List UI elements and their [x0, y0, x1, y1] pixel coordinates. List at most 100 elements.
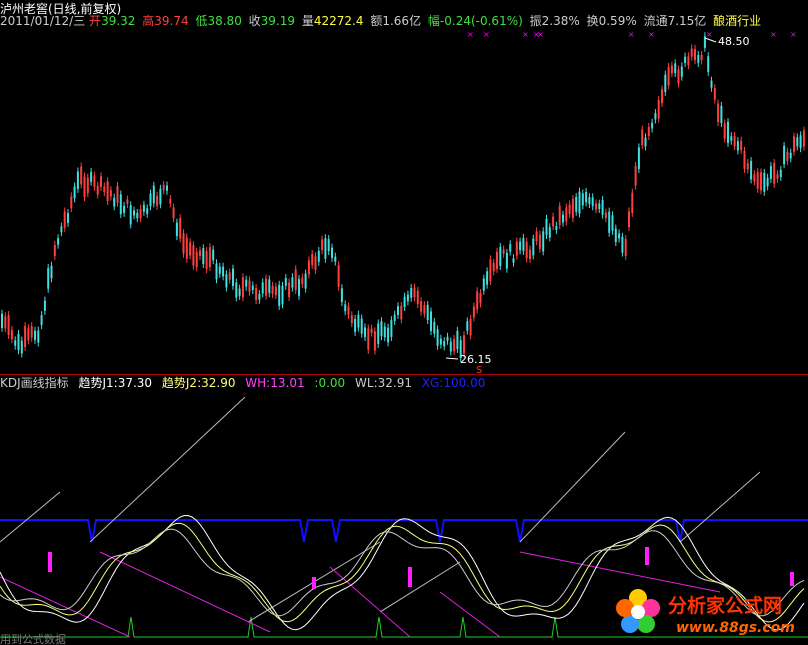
- app-window: 泸州老窖(日线,前复权) 2011/01/12/三 开39.32 高39.74 …: [0, 0, 808, 645]
- candle: [103, 182, 106, 197]
- candle: [123, 201, 126, 217]
- candle: [195, 247, 198, 272]
- candle: [713, 84, 716, 104]
- candle: [568, 200, 571, 218]
- candle: [337, 261, 340, 291]
- candle: [756, 168, 759, 193]
- xg-line: [0, 519, 808, 543]
- site-logo: 分析家公式网 www.88gs.com: [608, 580, 808, 645]
- candle: [301, 273, 304, 288]
- candle: [307, 256, 310, 279]
- candle: [331, 243, 333, 262]
- candle: [156, 191, 159, 210]
- candle: [760, 168, 762, 195]
- candle: [588, 193, 591, 209]
- candle: [390, 316, 393, 341]
- candle: [664, 70, 667, 96]
- candle: [469, 314, 472, 340]
- candle: [83, 172, 86, 202]
- candle: [106, 177, 109, 206]
- candle: [373, 327, 376, 355]
- candle: [159, 184, 162, 209]
- candle: [208, 243, 211, 272]
- candle: [50, 261, 53, 283]
- candle: [743, 146, 746, 173]
- candle: [532, 234, 535, 260]
- candle: [57, 234, 60, 249]
- candle: [4, 312, 7, 333]
- candle: [720, 101, 723, 128]
- candle: [354, 314, 357, 336]
- candle: [509, 240, 512, 256]
- candle: [47, 264, 50, 293]
- candle: [245, 275, 248, 291]
- candle: [27, 324, 30, 345]
- candle: [499, 242, 502, 271]
- j1-label: 趋势J1:: [78, 376, 118, 390]
- candle: [90, 167, 93, 186]
- candle: [24, 322, 27, 352]
- candle: [63, 207, 66, 232]
- candle: [126, 195, 129, 208]
- candle: [542, 227, 545, 256]
- candle: [637, 143, 640, 174]
- candle: [505, 248, 508, 273]
- candle: [628, 207, 630, 232]
- candle: [298, 275, 300, 300]
- candle: [571, 195, 574, 223]
- candle: [529, 245, 531, 264]
- candle: [786, 147, 789, 166]
- candle: [545, 214, 548, 240]
- candle: [601, 196, 604, 219]
- candle: [611, 211, 614, 235]
- candle: [479, 289, 482, 308]
- candle: [740, 136, 743, 155]
- candle: [192, 241, 195, 270]
- candle: [397, 302, 399, 319]
- candle: [614, 224, 617, 247]
- candle: [377, 319, 380, 348]
- candle: [189, 238, 192, 260]
- candle: [548, 223, 551, 242]
- candle: [472, 302, 475, 322]
- candle: [222, 262, 225, 281]
- candle: [76, 167, 79, 193]
- candle: [535, 227, 538, 246]
- candlestick-chart[interactable]: 48.5026.15S× × × ×× × × × × ×: [0, 18, 808, 375]
- trend-line: [679, 471, 761, 543]
- candle: [274, 282, 277, 299]
- logo-title: 分析家公式网: [668, 594, 782, 617]
- candle: [70, 192, 73, 213]
- candle: [7, 311, 10, 339]
- j2-value: 32.90: [201, 376, 236, 390]
- logo-url: www.88gs.com: [676, 620, 795, 636]
- candle: [235, 278, 238, 302]
- candle: [228, 268, 231, 284]
- candle: [37, 326, 40, 347]
- candle: [169, 194, 172, 208]
- candle: [644, 133, 647, 151]
- high-mark-label: 48.50: [718, 35, 750, 48]
- candle: [182, 229, 185, 258]
- candle: [248, 276, 251, 296]
- candle: [400, 301, 403, 324]
- trend-line: [519, 431, 626, 543]
- candle: [624, 234, 627, 260]
- candle: [690, 44, 693, 61]
- candle: [687, 52, 690, 70]
- price-panel[interactable]: 48.50 26.15 S × × × × × × × × × ×: [0, 18, 808, 375]
- candle: [773, 158, 776, 188]
- candle: [383, 322, 386, 342]
- candle: [555, 221, 558, 234]
- descending-line: [329, 566, 411, 638]
- wl-value: 32.91: [377, 376, 412, 390]
- candle: [492, 258, 495, 276]
- candle: [446, 332, 449, 345]
- candle: [314, 252, 317, 274]
- candle: [565, 203, 568, 226]
- candle: [439, 334, 442, 349]
- wh-bar: [48, 552, 52, 572]
- descending-line: [0, 576, 131, 638]
- candle: [255, 283, 258, 305]
- indicator-name[interactable]: KDJ画线指标: [0, 376, 69, 390]
